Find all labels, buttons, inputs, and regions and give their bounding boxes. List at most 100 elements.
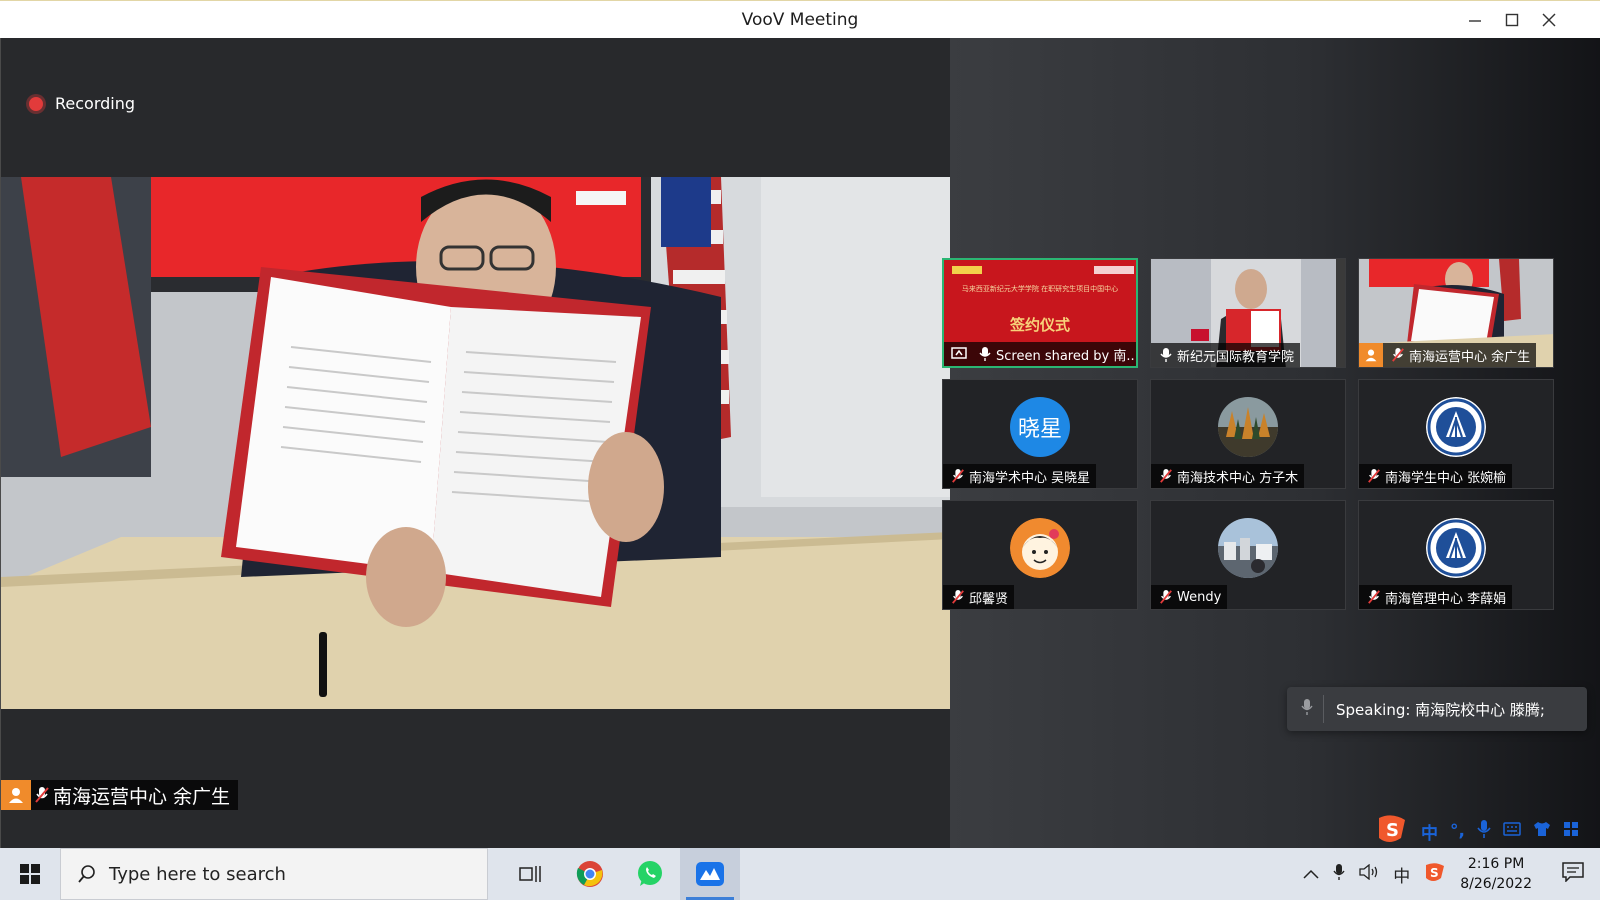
tile-label: 南海学术中心 吴晓星 — [943, 464, 1097, 488]
svg-text:S: S — [1430, 866, 1439, 880]
avatar: 晓星 — [1010, 397, 1070, 457]
participant-tile[interactable]: 南海管理中心 李薛娟 — [1358, 500, 1554, 610]
active-speaker-tag: 南海运营中心 余广生 — [1, 780, 239, 810]
tile-label: Screen shared by 南... — [944, 342, 1138, 366]
participant-tile[interactable]: 新纪元国际教育学院 — [1150, 258, 1346, 368]
participant-name: 邱馨贤 — [969, 591, 1009, 607]
input-language-indicator[interactable]: 中 — [1393, 862, 1410, 887]
mic-muted-icon — [31, 784, 53, 806]
participant-tile[interactable]: 南海技术中心 方子木 — [1150, 379, 1346, 489]
participant-name: 新纪元国际教育学院 — [1177, 349, 1295, 365]
participant-name: 南海学术中心 吴晓星 — [969, 470, 1091, 486]
participant-tile[interactable]: 南海学生中心 张婉榆 — [1358, 379, 1554, 489]
notification-icon[interactable] — [1562, 862, 1584, 886]
close-button[interactable] — [1531, 5, 1567, 35]
tile-label: Wendy — [1151, 585, 1228, 609]
participant-name: 南海学生中心 张婉榆 — [1385, 470, 1507, 486]
mic-muted-icon — [947, 586, 969, 608]
close-icon — [1542, 13, 1556, 27]
mic-muted-icon — [1155, 586, 1177, 608]
avatar — [1218, 518, 1278, 578]
system-tray: 中 S 2:16 PM 8/26/2022 — [1303, 848, 1600, 900]
slide-title: 签约仪式 — [1009, 316, 1070, 334]
mic-muted-icon — [1387, 344, 1409, 366]
search-placeholder: Type here to search — [109, 863, 286, 885]
voice-input-icon[interactable] — [1477, 819, 1491, 844]
participant-tile[interactable]: Wendy — [1150, 500, 1346, 610]
recording-label: Recording — [55, 94, 136, 113]
participant-name: Wendy — [1177, 589, 1222, 605]
tile-label: 南海技术中心 方子木 — [1151, 464, 1305, 488]
taskbar: Type here to search 中 S 2:16 PM 8/26/202… — [0, 848, 1600, 900]
mic-muted-icon — [947, 465, 969, 487]
clock-time: 2:16 PM — [1467, 856, 1525, 872]
clock[interactable]: 2:16 PM 8/26/2022 — [1460, 854, 1532, 894]
search-icon — [77, 864, 97, 884]
tile-label: 邱馨贤 — [943, 585, 1015, 609]
participant-tile[interactable]: 晓星 南海学术中心 吴晓星 — [942, 379, 1138, 489]
avatar — [1218, 397, 1278, 457]
tile-label: 南海管理中心 李薛娟 — [1359, 585, 1513, 609]
chrome-icon — [576, 861, 603, 887]
volume-icon[interactable] — [1359, 863, 1379, 884]
participant-name: 南海运营中心 余广生 — [1409, 349, 1531, 365]
divider — [1323, 695, 1324, 723]
mic-muted-icon — [1155, 465, 1177, 487]
avatar — [1426, 518, 1486, 578]
title-bar: VooV Meeting — [0, 0, 1600, 38]
start-button[interactable] — [0, 848, 60, 900]
avatar — [1010, 518, 1070, 578]
participant-name: 南海管理中心 李薛娟 — [1385, 591, 1507, 607]
taskbar-search[interactable]: Type here to search — [60, 848, 488, 900]
screen-share-icon — [948, 343, 970, 365]
sogou-logo-icon[interactable]: S — [1375, 814, 1409, 849]
person-icon — [1, 780, 31, 810]
participant-tile[interactable]: 南海运营中心 余广生 — [1358, 258, 1554, 368]
maximize-icon — [1505, 13, 1519, 27]
tile-label: 南海运营中心 余广生 — [1359, 343, 1537, 367]
windows-logo-icon — [20, 864, 40, 884]
ime-toolbar: S 中 °, — [1375, 814, 1579, 849]
speaker-name: 南海运营中心 余广生 — [53, 785, 231, 808]
microphone-tray-icon[interactable] — [1333, 863, 1345, 885]
mic-muted-icon — [1363, 586, 1385, 608]
keyboard-icon[interactable] — [1503, 821, 1521, 841]
sogou-tray-icon[interactable]: S — [1424, 862, 1446, 886]
speaking-indicator: Speaking: 南海院校中心 滕腾; — [1287, 687, 1587, 731]
mic-muted-icon — [1363, 465, 1385, 487]
participant-tile[interactable]: 邱馨贤 — [942, 500, 1138, 610]
mic-icon — [1301, 698, 1313, 720]
voov-meeting-icon — [696, 862, 724, 886]
skin-shirt-icon[interactable] — [1533, 821, 1551, 842]
mic-icon — [1155, 344, 1177, 366]
recording-indicator[interactable]: Recording — [29, 94, 135, 113]
task-view-button[interactable] — [500, 848, 560, 900]
tile-label: 新纪元国际教育学院 — [1151, 343, 1301, 367]
tile-label: 南海学生中心 张婉榆 — [1359, 464, 1513, 488]
taskbar-app-whatsapp[interactable] — [620, 848, 680, 900]
task-view-icon — [519, 866, 541, 882]
record-icon — [29, 96, 43, 111]
taskbar-app-chrome[interactable] — [560, 848, 620, 900]
chevron-up-icon[interactable] — [1303, 865, 1319, 883]
ime-language-toggle[interactable]: 中 — [1421, 819, 1438, 844]
main-stage: Recording — [0, 38, 951, 848]
avatar — [1426, 397, 1486, 457]
main-video[interactable] — [1, 177, 951, 709]
taskbar-app-voov[interactable] — [680, 848, 740, 900]
minimize-button[interactable] — [1457, 5, 1493, 35]
clock-date: 8/26/2022 — [1460, 876, 1532, 892]
participant-name: Screen shared by 南... — [996, 348, 1138, 364]
maximize-button[interactable] — [1494, 5, 1530, 35]
svg-text:S: S — [1386, 820, 1399, 841]
ime-punct-toggle[interactable]: °, — [1450, 821, 1465, 841]
mic-icon — [974, 343, 996, 365]
slide-subtitle: 马来西亚新纪元大学学院 在职研究生项目中国中心 — [961, 285, 1119, 293]
minimize-icon — [1469, 20, 1481, 22]
participant-name: 南海技术中心 方子木 — [1177, 470, 1299, 486]
toolbox-grid-icon[interactable] — [1563, 821, 1579, 842]
whatsapp-icon — [638, 861, 662, 886]
speaking-text: Speaking: 南海院校中心 滕腾; — [1336, 700, 1545, 719]
participant-tile-screen-share[interactable]: 马来西亚新纪元大学学院 在职研究生项目中国中心 签约仪式 Screen shar… — [942, 258, 1138, 368]
window-title: VooV Meeting — [741, 10, 859, 30]
